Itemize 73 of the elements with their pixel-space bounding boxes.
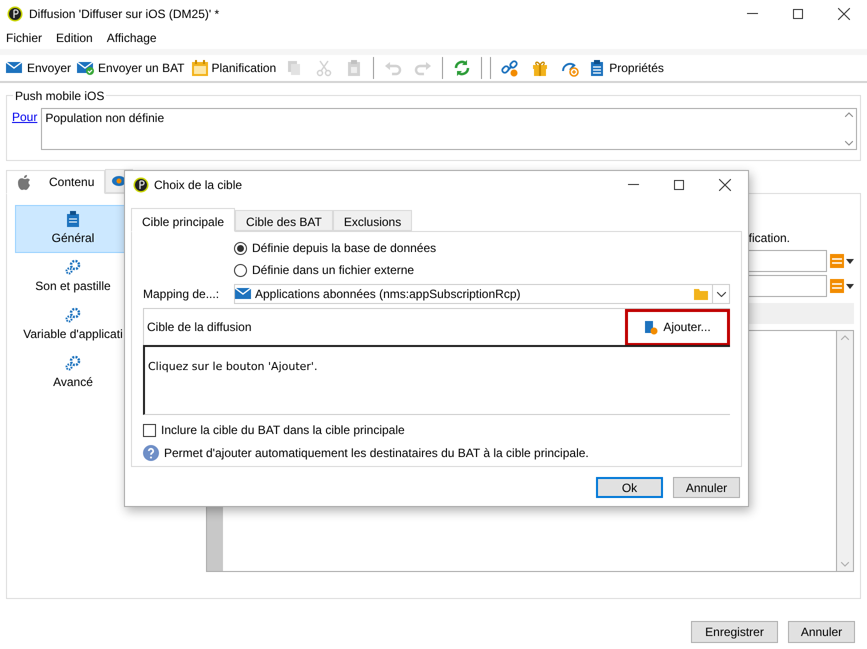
scroll-up-icon[interactable] (841, 335, 849, 340)
sidebar-label: Général (52, 230, 94, 247)
refresh-icon (453, 59, 472, 77)
clipboard-icon (67, 211, 79, 227)
dialog-button[interactable]: Ok (596, 477, 663, 498)
dropdown-button[interactable] (712, 285, 729, 303)
gears-icon (65, 307, 81, 323)
toolbar-button[interactable]: Envoyer (4, 56, 74, 80)
radio-button[interactable] (234, 264, 247, 276)
scroll-up-icon[interactable] (845, 112, 853, 117)
window-title: Diffusion 'Diffuser sur iOS (DM25)' * (29, 6, 220, 22)
caret-icon[interactable] (846, 258, 854, 264)
sidebar-item[interactable]: Variable d'applicati (15, 301, 131, 349)
envelope-icon (6, 61, 24, 75)
content-tab[interactable]: Contenu (6, 170, 106, 194)
dialog-tab[interactable]: Exclusions (332, 210, 412, 231)
dialog-tab[interactable]: Cible des BAT (235, 210, 333, 231)
folder-icon[interactable] (694, 288, 708, 300)
sidebar-item[interactable]: Son et pastille (15, 253, 131, 301)
caret-icon[interactable] (846, 284, 854, 288)
help-icon (143, 445, 159, 461)
checkbox-label: Inclure la cible du BAT dans la cible principale (161, 422, 405, 439)
population-value: Population non définie (44, 110, 166, 127)
dialog-button[interactable]: Annuler (673, 477, 740, 498)
mapping-label: Mapping de...: (143, 286, 220, 303)
toolbar-button[interactable]: Planification (188, 56, 278, 80)
description-text: fication. (748, 230, 790, 247)
menu-item[interactable]: Edition (56, 29, 93, 47)
menu-item[interactable]: Affichage (106, 29, 157, 47)
close-icon[interactable] (838, 8, 850, 20)
sidebar-label: Avancé (53, 374, 93, 391)
target-title: Cible de la diffusion (147, 319, 253, 336)
mapping-value: Applications abonnées (nms:appSubscriptionRcp) (255, 286, 522, 303)
toolbar-button[interactable]: Propriétés (586, 56, 666, 80)
help-text: Permet d'ajouter automatiquement les destinataires du BAT à la cible principale. (164, 445, 589, 462)
close-icon[interactable] (719, 178, 731, 190)
redo-icon (414, 59, 432, 77)
mapping-field[interactable]: Applications abonnées (nms:appSubscriptionRcp) (234, 284, 730, 304)
add-button[interactable]: Ajouter... (625, 308, 730, 346)
tab-label: Contenu (49, 174, 94, 191)
sidebar-item[interactable]: Avancé (15, 349, 131, 397)
dialog-tab[interactable]: Cible principale (131, 208, 236, 232)
gears-icon (65, 259, 81, 275)
toolbar-button[interactable]: Envoyer un BAT (75, 56, 187, 80)
footer-button[interactable]: Annuler (788, 621, 855, 643)
menu-item[interactable]: Fichier (6, 29, 42, 47)
chevron-down-icon (716, 292, 726, 296)
apple-icon (17, 174, 31, 190)
gift-icon (531, 59, 550, 77)
radio-label: Définie depuis la base de données (252, 240, 436, 257)
undo-icon (384, 59, 402, 77)
radio-label: Définie dans un fichier externe (252, 262, 414, 279)
scrollbar[interactable] (836, 331, 853, 571)
dialog-title: Choix de la cible (154, 176, 242, 194)
scroll-down-icon[interactable] (841, 562, 849, 567)
recipients-link[interactable]: Pour (12, 108, 38, 150)
link-icon (501, 59, 520, 77)
calendar-icon (190, 59, 209, 77)
sidebar-label: Son et pastille (35, 278, 111, 295)
app-logo-icon (7, 6, 23, 22)
scroll-down-icon[interactable] (845, 141, 853, 146)
population-field[interactable]: Population non définie (41, 108, 857, 150)
gears-icon (65, 355, 81, 371)
checkbox[interactable] (143, 424, 156, 436)
app-logo-icon (133, 176, 149, 192)
add-target-icon (644, 319, 658, 335)
sidebar-label: Variable d'applicati (23, 326, 123, 343)
radio-button[interactable] (234, 242, 247, 254)
target-message: Cliquez sur le bouton 'Ajouter'. (148, 360, 318, 373)
envelope-check-icon (77, 61, 96, 75)
footer-button[interactable]: Enregistrer (691, 621, 778, 643)
envelope-icon (235, 287, 253, 301)
scissors-icon (315, 59, 334, 77)
